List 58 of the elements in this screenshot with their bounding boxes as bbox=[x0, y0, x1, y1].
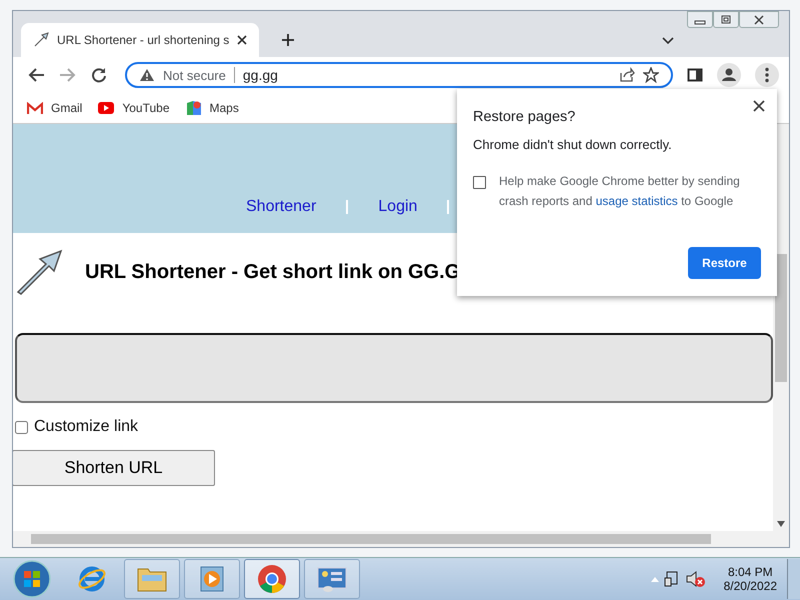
new-tab-icon[interactable] bbox=[281, 33, 296, 47]
mail-icon bbox=[27, 102, 43, 114]
checkbox[interactable] bbox=[473, 176, 486, 189]
close-icon[interactable] bbox=[753, 100, 765, 112]
scroll-down-icon[interactable] bbox=[777, 521, 785, 527]
restore-button[interactable]: Restore bbox=[688, 247, 761, 279]
profile-icon[interactable] bbox=[717, 63, 741, 87]
share-icon[interactable] bbox=[619, 67, 635, 83]
nav-link[interactable]: Login bbox=[378, 198, 418, 216]
map-pin-icon bbox=[186, 100, 202, 116]
control-panel-icon bbox=[316, 565, 348, 593]
maximize-icon[interactable] bbox=[713, 11, 739, 28]
start-button[interactable] bbox=[12, 559, 52, 599]
taskbar-app[interactable] bbox=[244, 559, 300, 599]
scroll-thumb[interactable] bbox=[775, 254, 787, 382]
warning-icon bbox=[139, 68, 155, 82]
taskbar-app[interactable] bbox=[184, 559, 240, 599]
back-icon[interactable] bbox=[27, 67, 45, 83]
bookmark[interactable]: Maps bbox=[186, 100, 239, 116]
dialog-title: Restore pages? bbox=[473, 109, 576, 125]
menu-icon[interactable] bbox=[755, 63, 779, 87]
customize-checkbox[interactable] bbox=[15, 420, 28, 434]
close-icon[interactable] bbox=[237, 35, 248, 45]
chrome-icon bbox=[257, 564, 287, 594]
star-icon[interactable] bbox=[643, 67, 659, 83]
nav-link[interactable]: Shortener bbox=[246, 198, 316, 216]
chevron-down-icon[interactable] bbox=[662, 37, 674, 45]
close-icon[interactable] bbox=[739, 11, 779, 28]
dialog-message: Chrome didn't shut down correctly. bbox=[473, 137, 673, 152]
bookmark[interactable]: Gmail bbox=[27, 101, 82, 115]
clock[interactable]: 8:04 PM 8/20/2022 bbox=[724, 565, 777, 593]
play-icon bbox=[98, 102, 114, 114]
taskbar-app[interactable] bbox=[124, 559, 180, 599]
taskbar-app[interactable] bbox=[304, 559, 360, 599]
arrow-icon bbox=[15, 249, 63, 295]
tab-title: URL Shortener - url shortening s bbox=[57, 33, 230, 47]
minimize-icon[interactable] bbox=[687, 11, 713, 28]
media-player-icon bbox=[199, 565, 225, 593]
bookmark[interactable]: YouTube bbox=[98, 101, 170, 115]
time-text: 8:04 PM bbox=[728, 565, 773, 579]
consent-text: Help make Google Chrome better by sending crash reports and usage statistics to Google bbox=[499, 173, 741, 210]
url-text: gg.gg bbox=[242, 67, 278, 83]
browser-tab[interactable]: URL Shortener - url shortening s bbox=[21, 23, 260, 57]
address-bar[interactable]: Not secure gg.gg bbox=[125, 62, 673, 88]
muted-speaker-icon[interactable] bbox=[686, 570, 706, 588]
reload-icon[interactable] bbox=[91, 67, 107, 83]
horizontal-scrollbar[interactable] bbox=[13, 531, 789, 547]
shorten-button[interactable]: Shorten URL bbox=[13, 450, 215, 486]
date-text: 8/20/2022 bbox=[724, 579, 777, 593]
globe-icon bbox=[77, 564, 107, 594]
checkbox-label: Customize link bbox=[34, 418, 138, 436]
usage-statistics-link[interactable]: usage statistics bbox=[596, 194, 678, 208]
url-input-field[interactable] bbox=[15, 333, 773, 403]
arrow-icon bbox=[33, 32, 49, 48]
page-heading: URL Shortener - Get short link on GG.G bbox=[85, 260, 460, 284]
security-label: Not secure bbox=[163, 68, 226, 82]
side-panel-icon[interactable] bbox=[687, 67, 703, 83]
scroll-thumb[interactable] bbox=[31, 534, 711, 544]
